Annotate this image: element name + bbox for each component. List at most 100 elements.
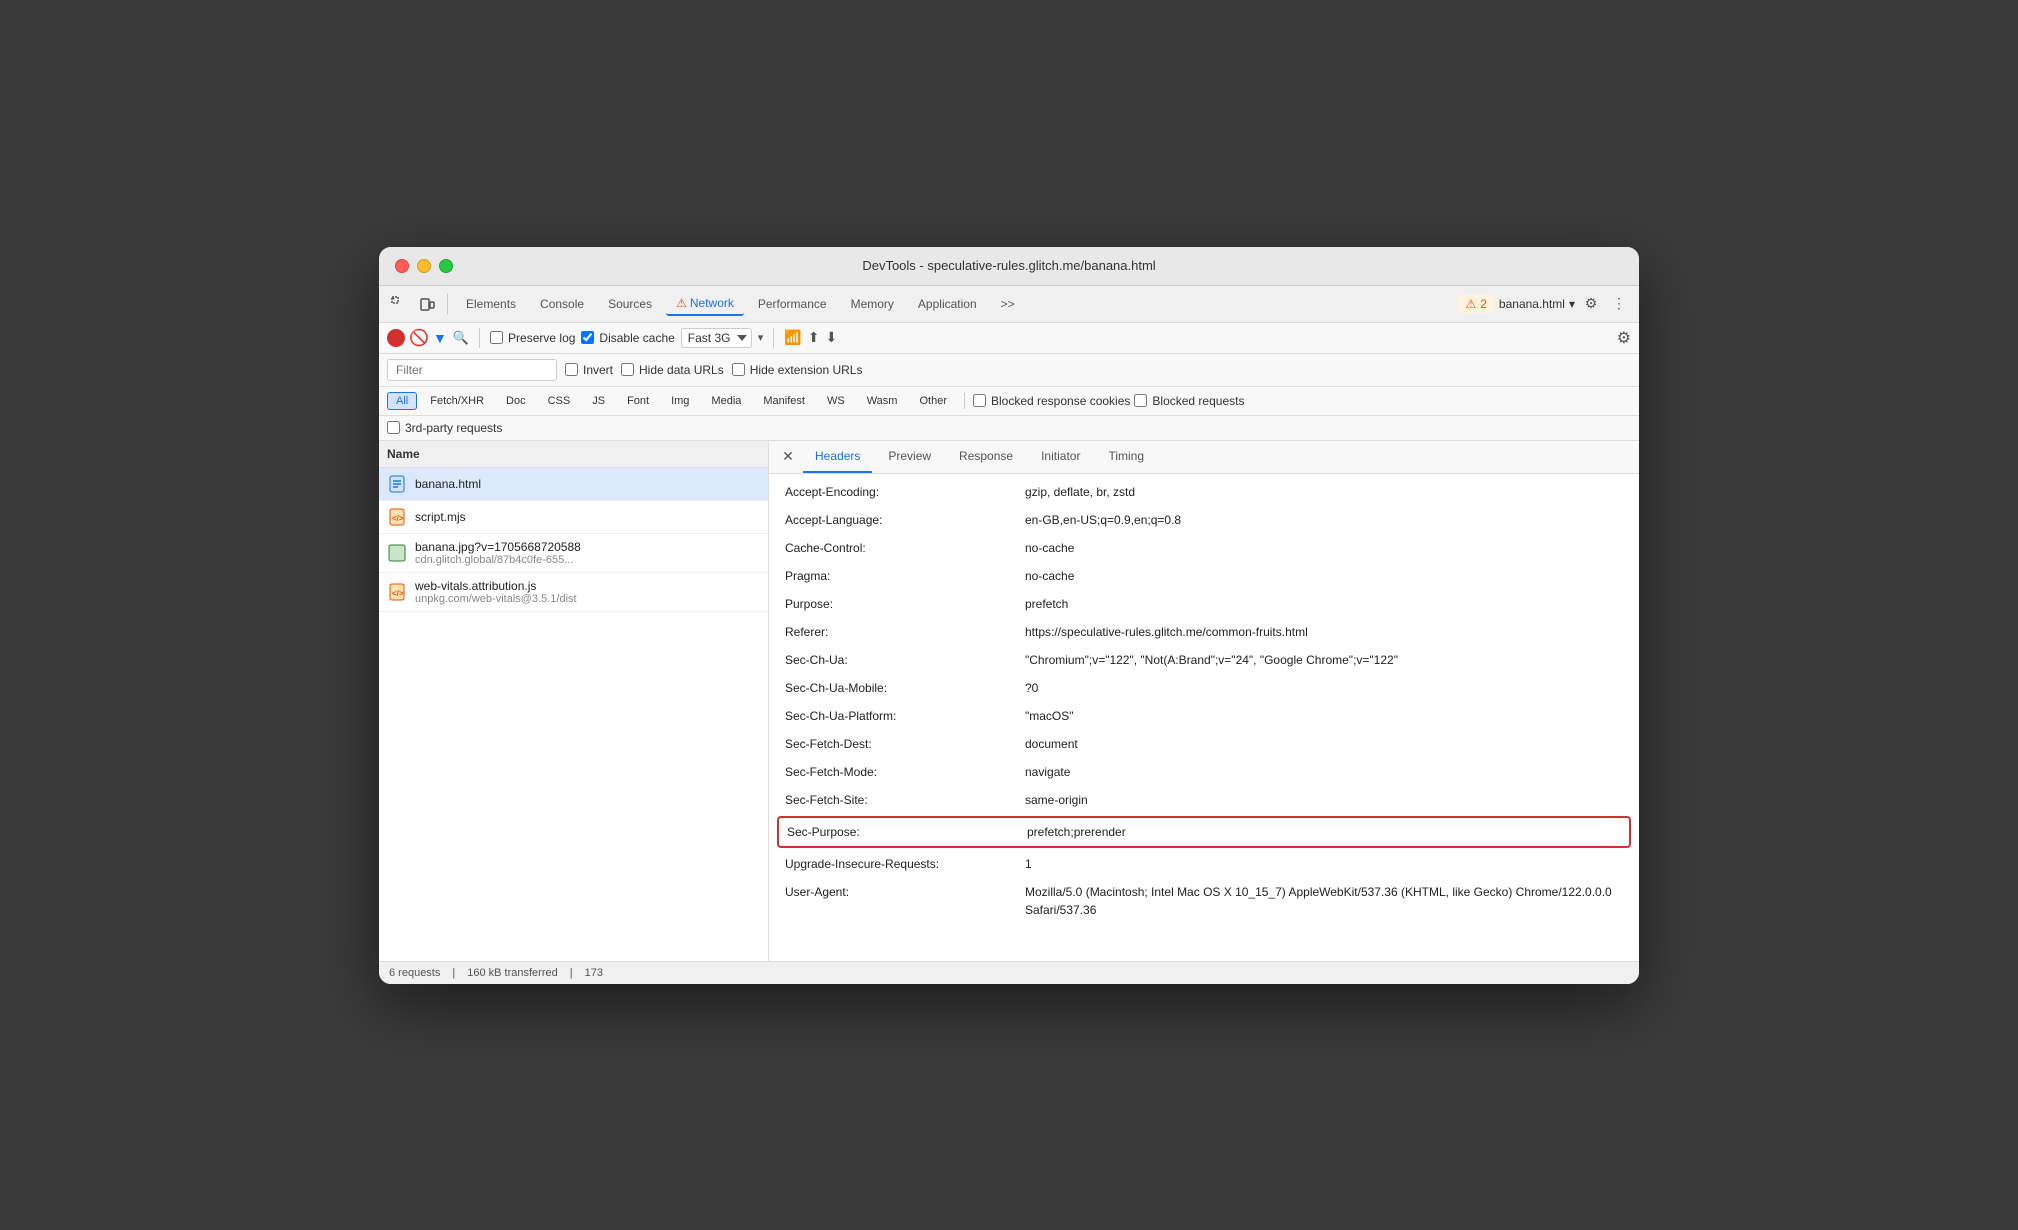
hide-extension-urls-label[interactable]: Hide extension URLs bbox=[732, 363, 863, 377]
filter-input[interactable] bbox=[387, 359, 557, 381]
header-row: Pragma: no-cache bbox=[769, 562, 1639, 590]
header-name: Sec-Fetch-Dest: bbox=[785, 735, 1025, 753]
clear-button[interactable]: 🚫 bbox=[411, 330, 427, 346]
preserve-log-label[interactable]: Preserve log bbox=[490, 331, 575, 345]
network-settings-icon[interactable]: ⚙ bbox=[1617, 328, 1631, 348]
tab-headers[interactable]: Headers bbox=[803, 441, 872, 473]
file-row-web-vitals[interactable]: </> web-vitals.attribution.js unpkg.com/… bbox=[379, 573, 768, 612]
header-row: User-Agent: Mozilla/5.0 (Macintosh; Inte… bbox=[769, 878, 1639, 924]
type-filter-img[interactable]: Img bbox=[662, 392, 698, 410]
minimize-button[interactable] bbox=[417, 259, 431, 273]
tab-memory[interactable]: Memory bbox=[841, 293, 904, 315]
header-name: Sec-Ch-Ua-Platform: bbox=[785, 707, 1025, 725]
invert-checkbox[interactable] bbox=[565, 363, 578, 376]
more-options-icon[interactable]: ⋮ bbox=[1607, 292, 1631, 316]
type-filter-all[interactable]: All bbox=[387, 392, 417, 410]
tab-elements[interactable]: Elements bbox=[456, 293, 526, 315]
header-value: prefetch bbox=[1025, 595, 1623, 613]
type-filter-fetch[interactable]: Fetch/XHR bbox=[421, 392, 493, 410]
header-row: Accept-Language: en-GB,en-US;q=0.9,en;q=… bbox=[769, 506, 1639, 534]
status-bar: 6 requests | 160 kB transferred | 173 bbox=[379, 961, 1639, 984]
file-row-banana-jpg[interactable]: 🍌 banana.jpg?v=1705668720588 cdn.glitch.… bbox=[379, 534, 768, 573]
type-filter-doc[interactable]: Doc bbox=[497, 392, 535, 410]
throttle-select[interactable]: Fast 3G bbox=[681, 328, 752, 348]
header-value: no-cache bbox=[1025, 539, 1623, 557]
file-row-banana-html[interactable]: banana.html bbox=[379, 468, 768, 501]
type-filter-ws[interactable]: WS bbox=[818, 392, 854, 410]
blocked-requests-checkbox[interactable] bbox=[1134, 394, 1147, 407]
search-icon[interactable]: 🔍 bbox=[453, 330, 469, 346]
close-button[interactable] bbox=[395, 259, 409, 273]
filter-icon[interactable]: ▼ bbox=[433, 330, 447, 346]
upload-icon[interactable]: ⬆ bbox=[808, 329, 820, 346]
type-filter-media[interactable]: Media bbox=[702, 392, 750, 410]
header-name: Upgrade-Insecure-Requests: bbox=[785, 855, 1025, 873]
header-value: no-cache bbox=[1025, 567, 1623, 585]
invert-label[interactable]: Invert bbox=[565, 363, 613, 377]
tab-sources[interactable]: Sources bbox=[598, 293, 662, 315]
blocked-cookies-checkbox[interactable] bbox=[973, 394, 986, 407]
tab-network[interactable]: ⚠Network bbox=[666, 292, 744, 316]
header-name: Referer: bbox=[785, 623, 1025, 641]
blocked-cookies-label[interactable]: Blocked response cookies bbox=[973, 394, 1130, 408]
type-filter-font[interactable]: Font bbox=[618, 392, 658, 410]
filename-selector[interactable]: banana.html ▾ bbox=[1499, 297, 1575, 311]
tab-timing[interactable]: Timing bbox=[1096, 441, 1156, 473]
tab-application[interactable]: Application bbox=[908, 293, 987, 315]
filter-row: Invert Hide data URLs Hide extension URL… bbox=[379, 354, 1639, 387]
blocked-requests-label[interactable]: Blocked requests bbox=[1134, 394, 1244, 408]
tab-initiator[interactable]: Initiator bbox=[1029, 441, 1092, 473]
settings-icon[interactable]: ⚙ bbox=[1579, 292, 1603, 316]
type-filter-other[interactable]: Other bbox=[910, 392, 956, 410]
warning-badge[interactable]: ⚠ 2 bbox=[1457, 295, 1494, 313]
headers-content: Accept-Encoding: gzip, deflate, br, zstd… bbox=[769, 474, 1639, 928]
toolbar-top: Elements Console Sources ⚠Network Perfor… bbox=[379, 286, 1639, 323]
header-name: Sec-Purpose: bbox=[787, 823, 1027, 841]
preserve-log-checkbox[interactable] bbox=[490, 331, 503, 344]
third-party-label[interactable]: 3rd-party requests bbox=[387, 421, 502, 435]
header-name: Sec-Fetch-Site: bbox=[785, 791, 1025, 809]
header-value: gzip, deflate, br, zstd bbox=[1025, 483, 1623, 501]
file-row-script-mjs[interactable]: </> script.mjs bbox=[379, 501, 768, 534]
title-bar: DevTools - speculative-rules.glitch.me/b… bbox=[379, 247, 1639, 286]
inspect-icon[interactable] bbox=[387, 292, 411, 316]
filename-text: banana.html bbox=[1499, 297, 1565, 311]
hide-data-urls-label[interactable]: Hide data URLs bbox=[621, 363, 724, 377]
device-icon[interactable] bbox=[415, 292, 439, 316]
type-filters-separator bbox=[964, 393, 965, 409]
type-filter-manifest[interactable]: Manifest bbox=[754, 392, 814, 410]
tab-console[interactable]: Console bbox=[530, 293, 594, 315]
maximize-button[interactable] bbox=[439, 259, 453, 273]
close-panel-button[interactable]: ✕ bbox=[777, 446, 799, 468]
js-file-icon-1: </> bbox=[387, 507, 407, 527]
type-filters: All Fetch/XHR Doc CSS JS Font Img Media … bbox=[379, 387, 1639, 416]
headers-tabs: ✕ Headers Preview Response Initiator Tim… bbox=[769, 441, 1639, 474]
download-icon[interactable]: ⬇ bbox=[826, 329, 838, 346]
tab-more[interactable]: >> bbox=[991, 293, 1025, 315]
disable-cache-label[interactable]: Disable cache bbox=[581, 331, 674, 345]
header-name: Sec-Ch-Ua: bbox=[785, 651, 1025, 669]
hide-data-urls-checkbox[interactable] bbox=[621, 363, 634, 376]
header-value: https://speculative-rules.glitch.me/comm… bbox=[1025, 623, 1623, 641]
type-filter-js[interactable]: JS bbox=[583, 392, 614, 410]
type-filter-wasm[interactable]: Wasm bbox=[858, 392, 907, 410]
tab-preview[interactable]: Preview bbox=[876, 441, 943, 473]
tab-performance[interactable]: Performance bbox=[748, 293, 837, 315]
headers-panel: ✕ Headers Preview Response Initiator Tim… bbox=[769, 441, 1639, 961]
third-party-row: 3rd-party requests bbox=[379, 416, 1639, 441]
header-row-highlighted: Sec-Purpose: prefetch;prerender bbox=[777, 816, 1631, 848]
tab-response[interactable]: Response bbox=[947, 441, 1025, 473]
header-name: Sec-Ch-Ua-Mobile: bbox=[785, 679, 1025, 697]
type-filter-css[interactable]: CSS bbox=[539, 392, 580, 410]
header-name: User-Agent: bbox=[785, 883, 1025, 901]
hide-extension-urls-checkbox[interactable] bbox=[732, 363, 745, 376]
header-name: Cache-Control: bbox=[785, 539, 1025, 557]
third-party-checkbox[interactable] bbox=[387, 421, 400, 434]
wifi-icon[interactable]: 📶 bbox=[784, 329, 801, 346]
tab-separator-1 bbox=[447, 294, 448, 314]
record-button[interactable] bbox=[387, 329, 405, 347]
header-row: Accept-Encoding: gzip, deflate, br, zstd bbox=[769, 478, 1639, 506]
disable-cache-checkbox[interactable] bbox=[581, 331, 594, 344]
throttle-dropdown-icon[interactable]: ▾ bbox=[758, 331, 764, 344]
file-name-col-jpg: banana.jpg?v=1705668720588 cdn.glitch.gl… bbox=[415, 540, 581, 566]
